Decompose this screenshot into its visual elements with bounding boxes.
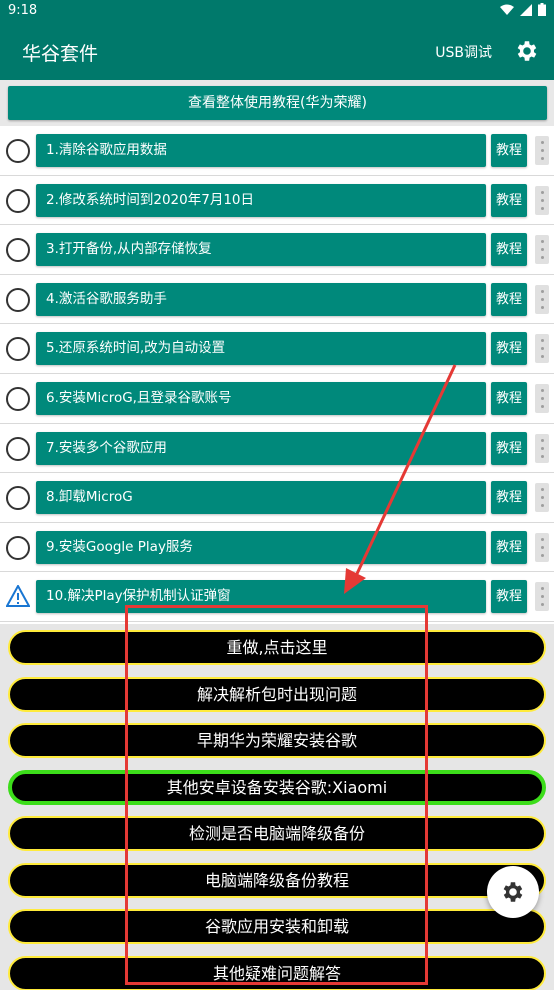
step-tutorial-button[interactable]: 教程 <box>491 332 527 366</box>
step-tutorial-button[interactable]: 教程 <box>491 282 527 316</box>
status-icons <box>500 3 546 16</box>
step-row: 10.解决Play保护机制认证弹窗 教程 <box>0 572 554 622</box>
step-checkbox[interactable] <box>6 535 30 560</box>
more-options-icon[interactable] <box>535 185 549 215</box>
step-tutorial-button[interactable]: 教程 <box>491 431 527 465</box>
gear-icon <box>503 882 523 902</box>
step-checkbox[interactable] <box>6 287 30 312</box>
step-row: 7.安装多个谷歌应用 教程 <box>0 423 554 474</box>
more-options-icon[interactable] <box>535 532 549 562</box>
step-row: 5.还原系统时间,改为自动设置 教程 <box>0 324 554 374</box>
step-action-button[interactable]: 2.修改系统时间到2020年7月10日 <box>36 183 486 217</box>
step-tutorial-button[interactable]: 教程 <box>491 183 527 217</box>
step-checkbox[interactable] <box>6 386 30 411</box>
action-pill-button[interactable]: 其他安卓设备安装谷歌:Xiaomi <box>8 769 546 805</box>
more-options-icon[interactable] <box>535 433 549 463</box>
warning-icon <box>6 585 30 608</box>
step-row: 4.激活谷歌服务助手 教程 <box>0 274 554 325</box>
battery-icon <box>538 3 546 16</box>
more-options-icon[interactable] <box>535 334 549 364</box>
step-checkbox[interactable] <box>6 188 30 213</box>
action-pill-button[interactable]: 早期华为荣耀安装谷歌 <box>8 723 546 758</box>
step-row: 3.打开备份,从内部存储恢复 教程 <box>0 225 554 275</box>
step-checkbox[interactable] <box>6 436 30 461</box>
step-row: 2.修改系统时间到2020年7月10日 教程 <box>0 175 554 226</box>
status-time: 9:18 <box>8 3 38 18</box>
cellular-icon <box>520 3 532 16</box>
step-row: 1.清除谷歌应用数据 教程 <box>0 126 554 176</box>
action-pill-button[interactable]: 重做,点击这里 <box>8 630 546 665</box>
action-pill-button[interactable]: 谷歌应用安装和卸载 <box>8 909 546 944</box>
overall-tutorial-button[interactable]: 查看整体使用教程(华为荣耀) <box>8 86 547 120</box>
action-pill-button[interactable]: 解决解析包时出现问题 <box>8 676 546 712</box>
app-title: 华谷套件 <box>22 43 99 65</box>
step-action-button[interactable]: 10.解决Play保护机制认证弹窗 <box>36 580 486 614</box>
action-pill-button[interactable]: 其他疑难问题解答 <box>8 955 546 990</box>
usb-debug-button[interactable]: USB调试 <box>435 42 492 62</box>
step-tutorial-button[interactable]: 教程 <box>491 134 527 167</box>
step-action-button[interactable]: 9.安装Google Play服务 <box>36 530 486 564</box>
step-checkbox[interactable] <box>6 139 30 163</box>
status-bar: 9:18 <box>0 0 554 22</box>
step-row: 8.卸载MicroG 教程 <box>0 473 554 523</box>
step-row: 9.安装Google Play服务 教程 <box>0 522 554 573</box>
step-action-button[interactable]: 8.卸载MicroG <box>36 481 486 515</box>
action-panel: 重做,点击这里 解决解析包时出现问题 早期华为荣耀安装谷歌 其他安卓设备安装谷歌:Xi… <box>0 624 554 990</box>
step-action-button[interactable]: 6.安装MicroG,且登录谷歌账号 <box>36 381 486 415</box>
step-action-button[interactable]: 7.安装多个谷歌应用 <box>36 431 486 465</box>
step-tutorial-button[interactable]: 教程 <box>491 530 527 564</box>
wifi-icon <box>500 4 514 15</box>
step-row: 6.安装MicroG,且登录谷歌账号 教程 <box>0 373 554 424</box>
more-options-icon[interactable] <box>535 483 549 513</box>
app-bar: 华谷套件 USB调试 <box>0 22 554 80</box>
step-checkbox[interactable] <box>6 238 30 263</box>
more-options-icon[interactable] <box>535 235 549 265</box>
step-checkbox[interactable] <box>6 486 30 511</box>
step-checkbox[interactable] <box>6 337 30 362</box>
step-action-button[interactable]: 1.清除谷歌应用数据 <box>36 134 486 167</box>
more-options-icon[interactable] <box>535 582 549 612</box>
more-options-icon[interactable] <box>535 136 549 165</box>
step-list: 1.清除谷歌应用数据 教程 2.修改系统时间到2020年7月10日 教程 3.打开备份,… <box>0 126 554 622</box>
step-tutorial-button[interactable]: 教程 <box>491 580 527 614</box>
step-tutorial-button[interactable]: 教程 <box>491 481 527 515</box>
action-pill-button[interactable]: 检测是否电脑端降级备份 <box>8 816 546 851</box>
step-tutorial-button[interactable]: 教程 <box>491 381 527 415</box>
step-action-button[interactable]: 3.打开备份,从内部存储恢复 <box>36 233 486 267</box>
step-tutorial-button[interactable]: 教程 <box>491 233 527 267</box>
more-options-icon[interactable] <box>535 383 549 413</box>
settings-gear-icon[interactable] <box>514 38 540 64</box>
more-options-icon[interactable] <box>535 284 549 314</box>
step-action-button[interactable]: 4.激活谷歌服务助手 <box>36 282 486 316</box>
step-action-button[interactable]: 5.还原系统时间,改为自动设置 <box>36 332 486 366</box>
floating-settings-button[interactable] <box>487 866 539 918</box>
action-pill-button[interactable]: 电脑端降级备份教程 <box>8 862 546 898</box>
